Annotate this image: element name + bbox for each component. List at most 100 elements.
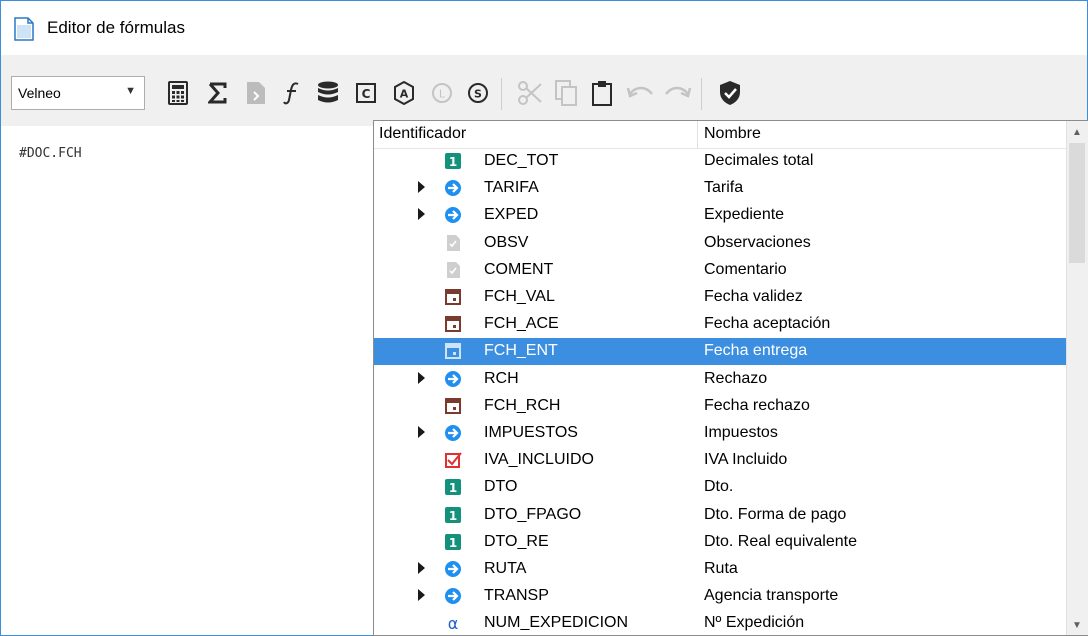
expand-arrow-icon[interactable]	[418, 589, 425, 602]
shield-check-icon	[720, 81, 740, 105]
l-button[interactable]: L	[427, 78, 457, 108]
field-name: Agencia transporte	[704, 587, 839, 605]
expand-arrow-icon[interactable]	[418, 208, 425, 221]
svg-text:C: C	[362, 87, 371, 101]
field-identifier: FCH_ENT	[484, 342, 558, 360]
boolean-field-icon	[444, 451, 462, 469]
field-identifier: IVA_INCLUIDO	[484, 451, 594, 469]
calculator-button[interactable]	[163, 78, 193, 108]
field-name: Ruta	[704, 560, 738, 577]
undo-button[interactable]	[625, 78, 655, 108]
database-button[interactable]	[313, 78, 343, 108]
document-button[interactable]	[241, 78, 271, 108]
svg-text:L: L	[439, 88, 446, 101]
list-item[interactable]: 1 DTO Dto.	[374, 474, 1068, 501]
column-identificador[interactable]: Identificador	[379, 125, 466, 143]
expand-arrow-icon[interactable]	[418, 181, 425, 194]
column-header: Identificador Nombre	[374, 121, 1068, 149]
list-item[interactable]: 1 DTO_FPAGO Dto. Forma de pago	[374, 502, 1068, 529]
cut-icon	[518, 81, 542, 105]
list-item[interactable]: EXPED Expediente	[374, 202, 1068, 229]
list-item[interactable]: TARIFA Tarifa	[374, 175, 1068, 202]
chevron-down-icon: ▼	[125, 85, 136, 97]
cut-button[interactable]	[515, 78, 545, 108]
field-name: Dto. Forma de pago	[704, 505, 847, 523]
pointer-field-icon	[444, 587, 462, 605]
autocomplete-popup: Identificador Nombre 1 DEC_TOT Decimales t…	[373, 120, 1088, 636]
calculator-icon	[168, 81, 188, 105]
paste-button[interactable]	[587, 78, 617, 108]
pointer-field-icon	[444, 206, 462, 224]
svg-text:α: α	[448, 614, 459, 632]
toolbar-separator	[701, 78, 702, 110]
list-item[interactable]: 1 DTO_RE Dto. Real equivalente	[374, 529, 1068, 556]
field-name: Fecha entrega	[704, 342, 808, 360]
field-identifier: RUTA	[484, 560, 527, 577]
formula-text[interactable]: #DOC.FCH	[19, 146, 82, 161]
field-name: Comentario	[704, 260, 787, 278]
list-item[interactable]: 1 DEC_TOT Decimales total	[374, 148, 1068, 175]
list-item[interactable]: FCH_ACE Fecha aceptación	[374, 311, 1068, 338]
alpha-field-icon: α	[444, 614, 462, 633]
scroll-down-icon[interactable]: ▼	[1072, 620, 1082, 631]
sum-button[interactable]	[203, 78, 233, 108]
field-identifier: TRANSP	[484, 587, 549, 605]
field-name: Fecha rechazo	[704, 396, 810, 414]
pointer-field-icon	[444, 560, 462, 578]
pointer-field-icon	[444, 424, 462, 442]
list-item[interactable]: RUTA Ruta	[374, 556, 1068, 583]
date-field-icon	[444, 315, 462, 333]
list-item[interactable]: IMPUESTOS Impuestos	[374, 420, 1068, 447]
list-item[interactable]: OBSV Observaciones	[374, 230, 1068, 257]
field-identifier: DTO_FPAGO	[484, 505, 582, 523]
copy-icon	[555, 80, 577, 106]
database-icon	[318, 81, 338, 103]
column-nombre[interactable]: Nombre	[704, 125, 761, 143]
pointer-field-icon	[444, 179, 462, 197]
s-circle-icon: S	[468, 83, 488, 103]
redo-button[interactable]	[663, 78, 693, 108]
svg-text:S: S	[474, 88, 482, 101]
expand-arrow-icon[interactable]	[418, 426, 425, 438]
list-item[interactable]: IVA_INCLUIDO IVA Incluido	[374, 447, 1068, 474]
function-button[interactable]	[277, 78, 307, 108]
a-hexagon-icon: A	[394, 81, 414, 105]
formatted-text-icon	[444, 261, 462, 279]
project-combo[interactable]: Velneo ▼	[11, 76, 145, 110]
column-divider[interactable]	[697, 121, 698, 148]
formatted-text-icon	[444, 234, 462, 252]
vertical-scrollbar[interactable]: ▲ ▼	[1066, 121, 1088, 635]
list-item[interactable]: FCH_ENT Fecha entrega	[374, 338, 1068, 366]
field-name: Decimales total	[704, 152, 814, 169]
svg-text:1: 1	[449, 509, 457, 523]
field-name: Dto.	[704, 478, 734, 496]
list-item[interactable]: FCH_VAL Fecha validez	[374, 284, 1068, 311]
field-identifier: OBSV	[484, 233, 529, 251]
a-button[interactable]: A	[389, 78, 419, 108]
scroll-thumb[interactable]	[1069, 143, 1085, 263]
scroll-up-icon[interactable]: ▲	[1072, 127, 1082, 138]
document-icon	[14, 17, 34, 41]
validate-button[interactable]	[715, 78, 745, 108]
field-name: IVA Incluido	[704, 451, 788, 469]
expand-arrow-icon[interactable]	[418, 562, 425, 574]
list-item[interactable]: FCH_RCH Fecha rechazo	[374, 393, 1068, 420]
field-name: Impuestos	[704, 424, 778, 441]
field-identifier: DTO_RE	[484, 532, 549, 550]
sigma-icon	[208, 82, 227, 104]
c-button[interactable]: C	[351, 78, 381, 108]
field-identifier: FCH_VAL	[484, 288, 555, 305]
field-identifier: DEC_TOT	[484, 152, 559, 169]
copy-button[interactable]	[551, 78, 581, 108]
list-item[interactable]: COMENT Comentario	[374, 257, 1068, 284]
field-identifier: RCH	[484, 369, 519, 387]
date-field-icon	[444, 397, 462, 415]
expand-arrow-icon[interactable]	[418, 371, 425, 384]
s-button[interactable]: S	[463, 78, 493, 108]
pointer-field-icon	[444, 370, 462, 388]
date-field-icon	[444, 342, 462, 360]
list-item[interactable]: RCH Rechazo	[374, 366, 1068, 393]
list-item[interactable]: α NUM_EXPEDICION Nº Expedición	[374, 610, 1068, 635]
list-item[interactable]: TRANSP Agencia transporte	[374, 583, 1068, 610]
field-name: Tarifa	[704, 179, 744, 197]
